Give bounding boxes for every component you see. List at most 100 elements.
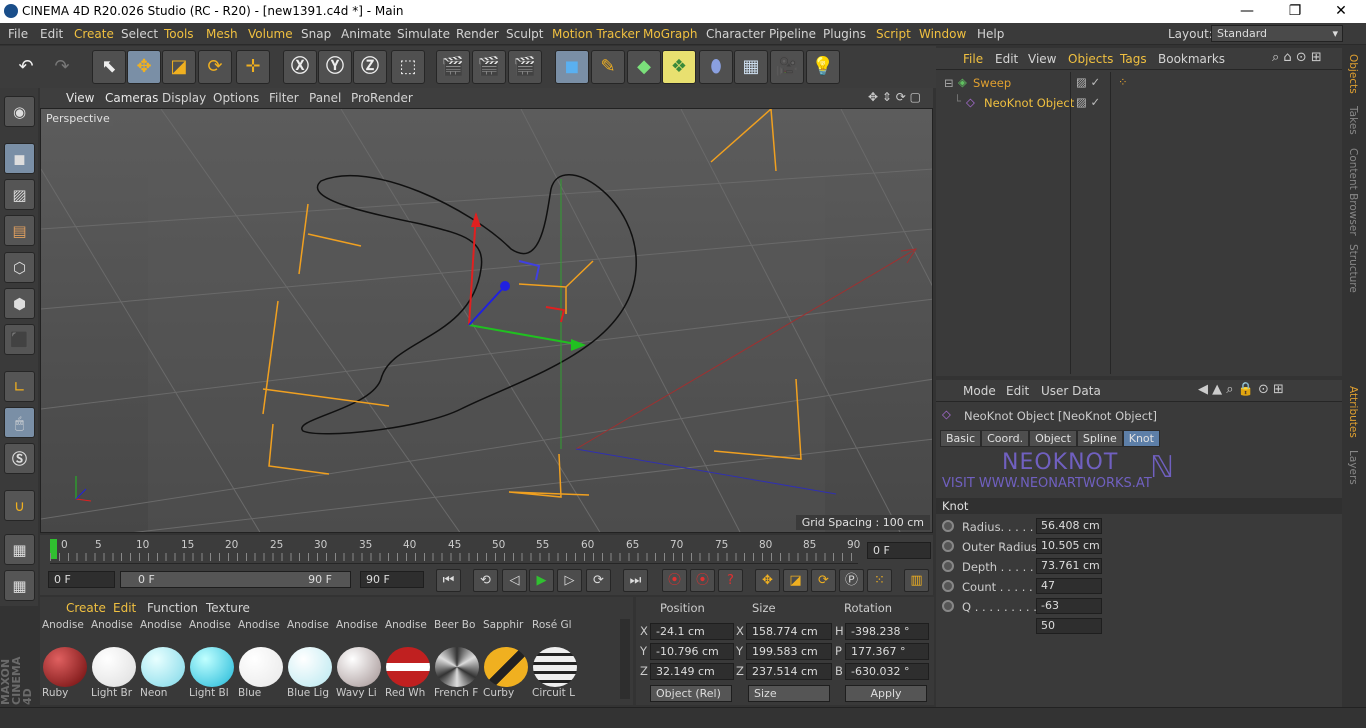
render-picture-viewer-icon[interactable]: 🎬 <box>472 50 506 84</box>
material-swatch[interactable]: Circuit L <box>532 647 577 705</box>
obj-menu-objects[interactable]: Objects <box>1068 52 1113 66</box>
scale-tool-icon[interactable]: ◪ <box>162 50 196 84</box>
planar-workplane-icon[interactable]: ▦ <box>4 570 35 601</box>
menu-plugins[interactable]: Plugins <box>823 27 866 41</box>
material-scrollbar[interactable] <box>620 619 630 699</box>
play-icon[interactable]: ▶ <box>529 569 554 592</box>
side-tab-attributes[interactable]: Attributes <box>1347 386 1359 438</box>
keyframe-radio-icon[interactable] <box>942 560 954 572</box>
go-to-end-icon[interactable]: ⏭ <box>623 569 648 592</box>
tab-basic[interactable]: Basic <box>940 430 982 447</box>
tab-spline[interactable]: Spline <box>1076 430 1123 447</box>
viewport-perspective[interactable]: Perspective Grid Spacing : 100 cm <box>40 108 933 533</box>
attr-menu-mode[interactable]: Mode <box>963 384 996 398</box>
keyframe-radio-icon[interactable] <box>942 520 954 532</box>
polygons-mode-icon[interactable]: ⬛ <box>4 324 35 355</box>
menu-mograph[interactable]: MoGraph <box>643 27 698 41</box>
material-swatch[interactable]: Anodise <box>336 619 381 643</box>
apply-button[interactable]: Apply <box>845 685 927 702</box>
move-tool-icon[interactable]: ✥ <box>127 50 161 84</box>
subdivision-icon[interactable]: ◆ <box>627 50 661 84</box>
obj-manager-tool-icons[interactable]: ⌕ ⌂ ⊙ ⊞ <box>1272 50 1322 65</box>
record-icon[interactable]: ⦿ <box>662 569 687 592</box>
timeline-window-icon[interactable]: ▥ <box>904 569 929 592</box>
mat-menu-texture[interactable]: Texture <box>206 601 250 615</box>
timeline[interactable]: 0 5 10 15 20 25 30 35 40 45 50 55 60 65 … <box>40 535 933 567</box>
attr-manager-tool-icons[interactable]: ◀ ▲ ⌕ 🔒 ⊙ ⊞ <box>1198 382 1284 397</box>
rotation-p-field[interactable]: 177.367 ° <box>845 643 929 660</box>
floor-object-icon[interactable]: ▦ <box>734 50 768 84</box>
menu-edit[interactable]: Edit <box>40 27 63 41</box>
vp-menu-cameras[interactable]: Cameras <box>105 91 158 105</box>
mat-menu-edit[interactable]: Edit <box>113 601 136 615</box>
y-axis-lock-icon[interactable]: Ⓨ <box>318 50 352 84</box>
position-y-field[interactable]: -10.796 cm <box>650 643 734 660</box>
param-input[interactable]: -63 <box>1036 598 1102 614</box>
material-swatch[interactable]: Red Wh <box>385 647 430 705</box>
previous-key-icon[interactable]: ⟲ <box>473 569 498 592</box>
timeline-ruler[interactable]: 0 5 10 15 20 25 30 35 40 45 50 55 60 65 … <box>50 537 860 564</box>
size-mode-dropdown[interactable]: Size <box>748 685 830 702</box>
side-tab-structure[interactable]: Structure <box>1347 244 1359 293</box>
size-y-field[interactable]: 199.583 cm <box>746 643 832 660</box>
layout-dropdown[interactable]: Standard ▾ <box>1211 25 1343 42</box>
param-input[interactable]: 73.761 cm <box>1036 558 1102 574</box>
render-settings-icon[interactable]: 🎬 <box>508 50 542 84</box>
end-frame-field[interactable]: 90 F <box>360 571 424 588</box>
menu-window[interactable]: Window <box>919 27 966 41</box>
current-frame-field[interactable]: 0 F <box>867 542 931 559</box>
material-swatch[interactable]: Neon <box>140 647 185 705</box>
tree-toggle-icon[interactable]: ⊟ <box>944 76 954 90</box>
key-rotation-icon[interactable]: ⟳ <box>811 569 836 592</box>
menu-sculpt[interactable]: Sculpt <box>506 27 543 41</box>
tab-coord[interactable]: Coord. <box>981 430 1030 447</box>
size-x-field[interactable]: 158.774 cm <box>746 623 832 640</box>
cloner-icon[interactable]: ❖ <box>662 50 696 84</box>
vp-menu-panel[interactable]: Panel <box>309 91 341 105</box>
material-swatch[interactable]: Ruby <box>42 647 87 705</box>
param-input[interactable]: 56.408 cm <box>1036 518 1102 534</box>
next-key-icon[interactable]: ⟳ <box>586 569 611 592</box>
menu-render[interactable]: Render <box>456 27 499 41</box>
side-tab-objects[interactable]: Objects <box>1347 54 1359 94</box>
material-swatch[interactable]: Curby <box>483 647 528 705</box>
menu-file[interactable]: File <box>8 27 28 41</box>
key-pla-icon[interactable]: ⁙ <box>867 569 892 592</box>
material-swatch[interactable]: Anodise <box>42 619 87 643</box>
menu-mesh[interactable]: Mesh <box>206 27 238 41</box>
tab-knot[interactable]: Knot <box>1122 430 1160 447</box>
obj-menu-view[interactable]: View <box>1028 52 1056 66</box>
material-swatch[interactable]: Rosé Gl <box>532 619 577 643</box>
material-swatch[interactable]: Anodise <box>91 619 136 643</box>
axis-mode-icon[interactable]: ∟ <box>4 371 35 402</box>
mat-menu-create[interactable]: Create <box>66 601 106 615</box>
side-tab-content-browser[interactable]: Content Browser <box>1347 148 1359 236</box>
param-input[interactable]: 47 <box>1036 578 1102 594</box>
maximize-button[interactable]: ❐ <box>1272 2 1318 21</box>
visibility-icon[interactable]: ▨ ✓ <box>1076 95 1100 109</box>
attr-menu-edit[interactable]: Edit <box>1006 384 1029 398</box>
snap-icon[interactable]: ∪ <box>4 490 35 521</box>
make-editable-icon[interactable]: ◉ <box>4 96 35 127</box>
menu-script[interactable]: Script <box>876 27 911 41</box>
key-scale-icon[interactable]: ◪ <box>783 569 808 592</box>
side-tab-takes[interactable]: Takes <box>1347 106 1359 135</box>
light-icon[interactable]: 💡 <box>806 50 840 84</box>
keyframe-radio-icon[interactable] <box>942 580 954 592</box>
coord-mode-dropdown[interactable]: Object (Rel) <box>650 685 732 702</box>
attr-menu-user-data[interactable]: User Data <box>1041 384 1101 398</box>
obj-menu-bookmarks[interactable]: Bookmarks <box>1158 52 1225 66</box>
x-axis-lock-icon[interactable]: Ⓧ <box>283 50 317 84</box>
autokey-icon[interactable]: ⦿ <box>690 569 715 592</box>
rotate-tool-icon[interactable]: ⟳ <box>198 50 232 84</box>
frame-range-slider[interactable]: 0 F 90 F <box>120 571 351 588</box>
keyframe-radio-icon[interactable] <box>942 600 954 612</box>
vp-menu-filter[interactable]: Filter <box>269 91 299 105</box>
minimize-button[interactable]: — <box>1224 2 1270 21</box>
position-z-field[interactable]: 32.149 cm <box>650 663 734 680</box>
previous-frame-icon[interactable]: ◁ <box>502 569 527 592</box>
key-parameter-icon[interactable]: Ⓟ <box>839 569 864 592</box>
material-swatch[interactable]: Anodise <box>287 619 332 643</box>
menu-character[interactable]: Character <box>706 27 765 41</box>
param-input[interactable]: 50 <box>1036 618 1102 634</box>
